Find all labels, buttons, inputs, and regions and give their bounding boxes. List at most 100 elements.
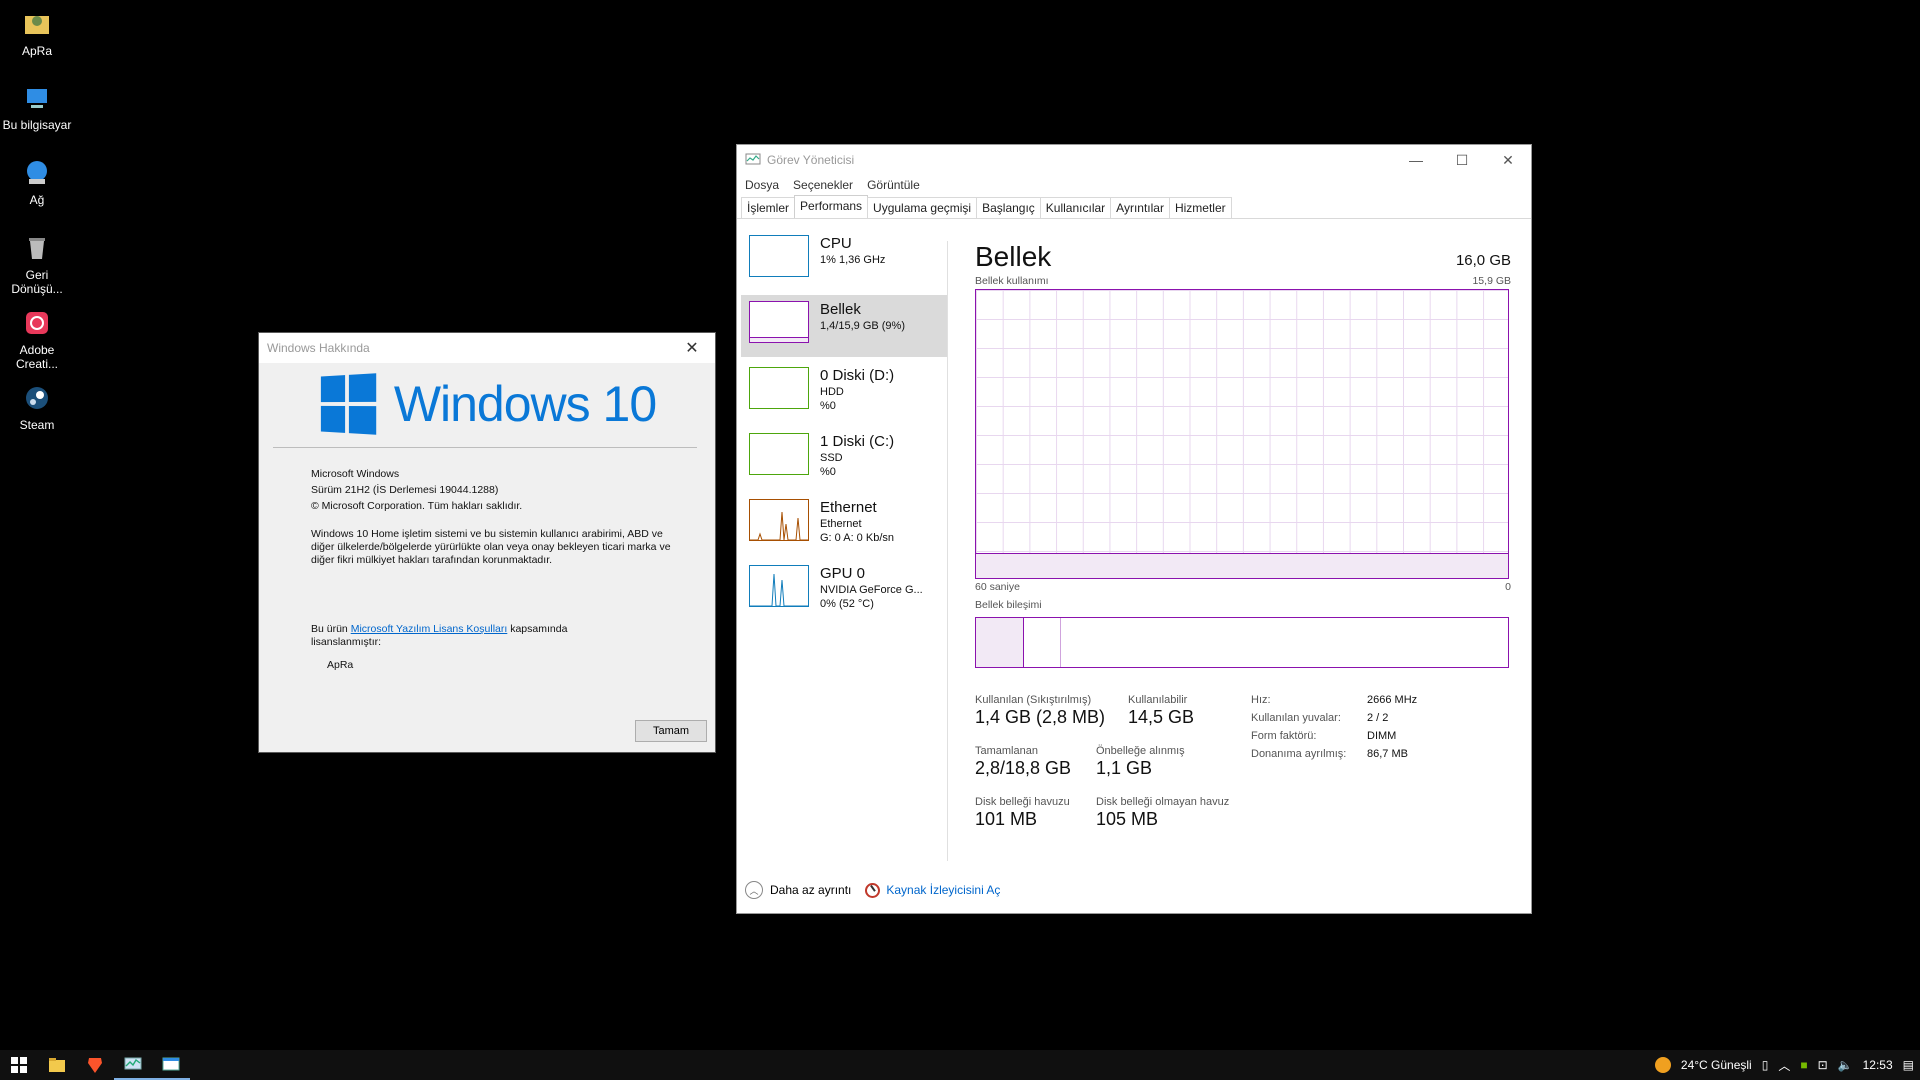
legal-description: Windows 10 Home işletim sistemi ve bu si… <box>311 528 671 566</box>
sidebar-item-title: Ethernet <box>820 499 877 516</box>
stat-value: 1,1 GB <box>1096 758 1153 778</box>
tab-app-history[interactable]: Uygulama geçmişi <box>867 197 978 218</box>
tray-app-icon[interactable]: ▯ <box>1762 1058 1769 1072</box>
stat-value: 1,4 GB (2,8 MB) <box>975 707 1106 727</box>
prop-value: 86,7 MB <box>1367 748 1408 760</box>
folder-icon <box>49 1058 65 1072</box>
system-tray: 24°C Güneşli ▯ ︿ ■ ⊡ 🔈 12:53 ▤ <box>1654 1050 1920 1080</box>
sidebar-item-title: CPU <box>820 235 852 252</box>
tab-bar: İşlemler Performans Uygulama geçmişi Baş… <box>737 195 1531 219</box>
memory-panel: Bellek 16,0 GB Bellek kullanımı 15,9 GB … <box>975 237 1511 844</box>
divider <box>273 447 697 448</box>
stat-cached: Önbelleğe alınmış 1,1 GB <box>1096 745 1185 779</box>
notification-center-icon[interactable]: ▤ <box>1903 1058 1914 1072</box>
sidebar-item-cpu[interactable]: CPU 1% 1,36 GHz <box>741 229 947 291</box>
prop-label: Hız: <box>1251 694 1271 706</box>
desktop-icon-label: Adobe Creati... <box>15 343 58 371</box>
desktop-icon-this-pc[interactable]: Bu bilgisayar <box>2 82 72 132</box>
license-prefix: Bu ürün <box>311 623 351 635</box>
sidebar-item-detail: SSD <box>820 452 843 464</box>
close-icon[interactable]: ✕ <box>677 333 707 363</box>
taskbar-brave[interactable] <box>76 1050 114 1080</box>
adobe-cc-icon <box>26 312 48 334</box>
network-status-icon[interactable]: ⊡ <box>1818 1058 1828 1072</box>
maximize-icon[interactable]: ☐ <box>1439 145 1485 175</box>
sidebar-item-gpu[interactable]: GPU 0 NVIDIA GeForce G... 0% (52 °C) <box>741 559 947 621</box>
tab-performance[interactable]: Performans <box>794 195 869 218</box>
prop-value: 2666 MHz <box>1367 694 1418 706</box>
about-windows-dialog: Windows Hakkında ✕ Windows 10 Microsoft … <box>258 332 716 753</box>
taskbar-task-manager[interactable] <box>114 1050 152 1080</box>
sidebar-item-disk-c[interactable]: 1 Diski (C:) SSD %0 <box>741 427 947 489</box>
desktop-icon-steam[interactable]: Steam <box>2 382 72 432</box>
volume-icon[interactable]: 🔈 <box>1838 1058 1853 1072</box>
windows-flag-icon <box>320 373 377 435</box>
sidebar-item-title: 0 Diski (D:) <box>820 367 895 384</box>
composition-label: Bellek bileşimi <box>975 599 1042 611</box>
menu-view[interactable]: Görüntüle <box>867 178 920 192</box>
sidebar-item-usage: %0 <box>820 466 836 478</box>
version-info: Microsoft Windows Sürüm 21H2 (İS Derleme… <box>259 466 715 514</box>
prop-label: Kullanılan yuvalar: <box>1251 712 1341 724</box>
windows-logo: Windows 10 <box>259 373 715 435</box>
menu-options[interactable]: Seçenekler <box>793 178 853 192</box>
minimize-icon[interactable]: — <box>1393 145 1439 175</box>
stat-label: Disk belleği havuzu <box>975 796 1070 808</box>
network-icon <box>27 161 47 184</box>
taskbar-winver[interactable] <box>152 1050 190 1080</box>
sidebar-item-title: 1 Diski (C:) <box>820 433 895 450</box>
stat-label: Kullanılan (Sıkıştırılmış) <box>975 694 1092 706</box>
stat-nonpaged-pool: Disk belleği olmayan havuz 105 MB <box>1096 796 1229 830</box>
license-terms-link[interactable]: Microsoft Yazılım Lisans Koşulları <box>351 623 508 635</box>
windows-logo-text: Windows 10 <box>393 376 657 432</box>
nvidia-icon[interactable]: ■ <box>1800 1058 1807 1072</box>
sidebar-item-memory[interactable]: Bellek 1,4/15,9 GB (9%) <box>741 295 947 357</box>
close-icon[interactable]: ✕ <box>1485 145 1531 175</box>
tab-startup[interactable]: Başlangıç <box>976 197 1041 218</box>
tm-titlebar[interactable]: Görev Yöneticisi — ☐ ✕ <box>737 145 1531 175</box>
window-app-icon <box>162 1057 180 1071</box>
taskbar: 24°C Güneşli ▯ ︿ ■ ⊡ 🔈 12:53 ▤ <box>0 1050 1920 1080</box>
tab-services[interactable]: Hizmetler <box>1168 197 1232 218</box>
tab-users[interactable]: Kullanıcılar <box>1039 197 1112 218</box>
desktop-icon-adobe[interactable]: Adobe Creati... <box>2 307 72 371</box>
chevron-up-icon[interactable]: ︿ <box>745 881 763 899</box>
tm-footer: ︿ Daha az ayrıntı Kaynak İzleyicisini Aç <box>745 881 1000 899</box>
tm-title: Görev Yöneticisi <box>767 153 855 167</box>
performance-sidebar: CPU 1% 1,36 GHz Bellek 1,4/15,9 GB (9%) 0 … <box>741 229 947 625</box>
start-button[interactable] <box>0 1050 38 1080</box>
tab-details[interactable]: Ayrıntılar <box>1110 197 1170 218</box>
graph-time-right: 0 <box>1505 581 1511 593</box>
stat-paged-pool: Disk belleği havuzu 101 MB <box>975 796 1070 830</box>
tab-processes[interactable]: İşlemler <box>741 197 796 218</box>
open-resource-monitor-link[interactable]: Kaynak İzleyicisini Aç <box>886 883 1000 897</box>
resource-monitor-icon <box>865 882 881 898</box>
desktop-icon-network[interactable]: Ağ <box>2 157 72 207</box>
sidebar-item-usage: %0 <box>820 400 836 412</box>
sidebar-item-ethernet[interactable]: Ethernet Ethernet G: 0 A: 0 Kb/sn <box>741 493 947 555</box>
chevron-up-icon[interactable]: ︿ <box>1778 1057 1790 1074</box>
recycle-bin-icon <box>29 238 45 259</box>
computer-icon <box>27 89 47 108</box>
license-text: Bu ürün Microsoft Yazılım Lisans Koşulla… <box>259 623 715 649</box>
desktop-icon-user[interactable]: ApRa <box>2 8 72 58</box>
desktop-icon-label: Bu bilgisayar <box>2 118 72 132</box>
ok-button[interactable]: Tamam <box>635 720 707 742</box>
ethernet-spikes <box>750 511 808 540</box>
usage-graph-label: Bellek kullanımı <box>975 275 1049 287</box>
memory-stats: Kullanılan (Sıkıştırılmış) 1,4 GB (2,8 M… <box>975 694 1511 844</box>
taskbar-file-explorer[interactable] <box>38 1050 76 1080</box>
sidebar-item-disk-d[interactable]: 0 Diski (D:) HDD %0 <box>741 361 947 423</box>
about-title: Windows Hakkında <box>267 341 370 355</box>
prop-label: Donanıma ayrılmış: <box>1251 748 1347 760</box>
clock[interactable]: 12:53 <box>1863 1058 1893 1072</box>
stat-committed: Tamamlanan 2,8/18,8 GB <box>975 745 1071 779</box>
ethernet-thumbnail-graph <box>749 499 809 541</box>
fewer-details-button[interactable]: Daha az ayrıntı <box>770 883 851 897</box>
stat-in-use: Kullanılan (Sıkıştırılmış) 1,4 GB (2,8 M… <box>975 694 1105 728</box>
desktop-icon-recycle-bin[interactable]: Geri Dönüşü... <box>2 232 72 296</box>
sidebar-item-detail: 1,4/15,9 GB (9%) <box>820 320 905 332</box>
about-titlebar[interactable]: Windows Hakkında ✕ <box>259 333 715 363</box>
menu-file[interactable]: Dosya <box>745 178 779 192</box>
weather-text[interactable]: 24°C Güneşli <box>1681 1058 1752 1072</box>
